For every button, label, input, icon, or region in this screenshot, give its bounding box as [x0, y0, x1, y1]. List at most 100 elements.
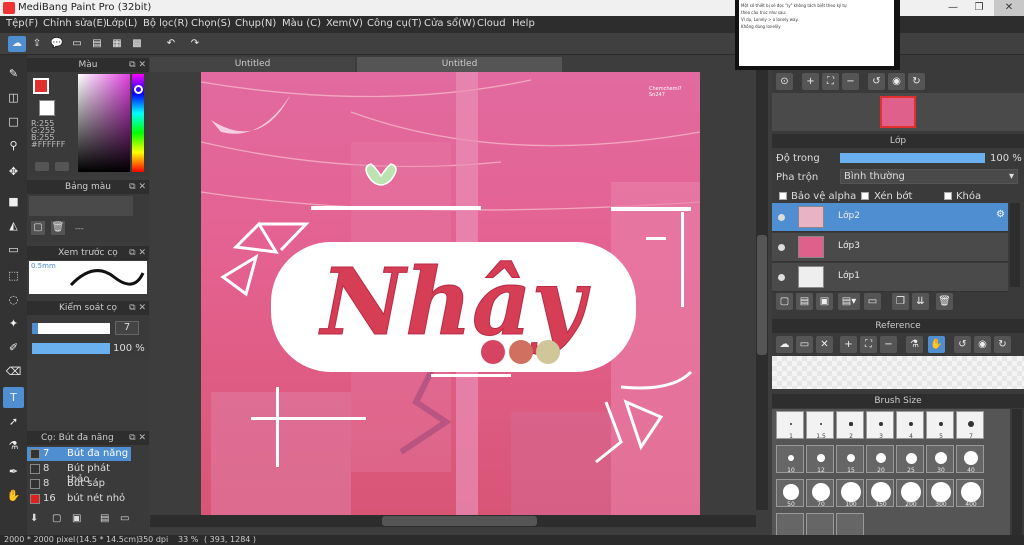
- folder-icon[interactable]: ▭: [864, 293, 881, 310]
- canvas-hscroll[interactable]: [150, 515, 756, 527]
- menu-edit[interactable]: Chỉnh sửa(E): [43, 18, 107, 29]
- merge-layer-icon[interactable]: ⇊: [912, 293, 929, 310]
- zoom-out-icon[interactable]: −: [842, 73, 859, 90]
- operation-tool-icon[interactable]: ➚: [3, 411, 24, 432]
- text-tool-icon[interactable]: T: [3, 387, 24, 408]
- hand-icon[interactable]: ✋: [928, 336, 945, 353]
- menu-help[interactable]: Help: [512, 18, 535, 29]
- menu-view[interactable]: Xem(V): [326, 18, 363, 29]
- menu-color[interactable]: Màu (C): [282, 18, 321, 29]
- close-icon[interactable]: ✕: [816, 336, 833, 353]
- tab-untitled-1[interactable]: Untitled: [150, 57, 355, 72]
- eyedropper-icon[interactable]: ⚗: [906, 336, 923, 353]
- brush-size-cell[interactable]: 30: [926, 445, 954, 474]
- eyedropper-icon[interactable]: ⚗: [3, 435, 24, 456]
- move-tool-icon[interactable]: ✥: [3, 161, 24, 182]
- brush-size-cell[interactable]: 70: [806, 479, 834, 508]
- close-button[interactable]: ✕: [994, 0, 1024, 16]
- brush-size-cell[interactable]: 400: [956, 479, 984, 508]
- panel-close-icon[interactable]: ⧉ ✕: [129, 180, 146, 194]
- canvas-vscroll[interactable]: [756, 70, 768, 510]
- brush-opacity-slider[interactable]: [32, 343, 110, 354]
- primary-color-swatch[interactable]: [33, 78, 49, 94]
- menu-cloud[interactable]: Cloud: [477, 18, 506, 29]
- brush-size-cell[interactable]: 300: [926, 479, 954, 508]
- brush-size-cell[interactable]: [806, 513, 834, 535]
- maximize-button[interactable]: ❐: [966, 0, 992, 16]
- select-eraser-icon[interactable]: ⌫: [3, 361, 24, 382]
- color-mode-button[interactable]: [35, 162, 49, 171]
- menu-tools[interactable]: Công cụ(T): [367, 18, 422, 29]
- zoom-fit-icon[interactable]: ⊙: [776, 73, 793, 90]
- brush-size-cell[interactable]: [776, 513, 804, 535]
- menu-window[interactable]: Cửa sổ(W): [424, 18, 476, 29]
- open-folder-icon[interactable]: ▭: [796, 336, 813, 353]
- saturation-picker[interactable]: [78, 74, 130, 172]
- tab-untitled-2[interactable]: Untitled: [357, 57, 562, 72]
- brush-size-cell[interactable]: 1: [776, 411, 804, 440]
- brush-size-cell[interactable]: 25: [896, 445, 924, 474]
- brush-size-cell[interactable]: 10: [776, 445, 804, 474]
- rotate-left-icon[interactable]: ↺: [868, 73, 885, 90]
- brush-tool-icon[interactable]: ✎: [3, 63, 24, 84]
- brush-size-cell[interactable]: 20: [866, 445, 894, 474]
- gear-icon[interactable]: ⚙: [996, 209, 1005, 220]
- delete-layer-icon[interactable]: 🗑: [936, 293, 953, 310]
- copy-brush-icon[interactable]: ▤: [100, 513, 109, 524]
- new-8bit-layer-icon[interactable]: ▣: [816, 293, 833, 310]
- eye-icon[interactable]: [778, 244, 785, 251]
- layer-row[interactable]: Lớp1: [772, 263, 1008, 292]
- brush-size-cell[interactable]: 4: [896, 411, 924, 440]
- protect-alpha-checkbox[interactable]: [779, 192, 787, 200]
- layer-type-dropdown-icon[interactable]: ▤▾: [838, 293, 860, 310]
- reference-view[interactable]: [772, 356, 1024, 389]
- rotate-right-icon[interactable]: ↻: [908, 73, 925, 90]
- hscroll-thumb[interactable]: [382, 516, 537, 526]
- navigator-preview[interactable]: [772, 93, 1024, 131]
- panel-close-icon[interactable]: ⧉ ✕: [129, 431, 146, 445]
- hue-handle[interactable]: [134, 85, 143, 94]
- zoom-in-icon[interactable]: +: [840, 336, 857, 353]
- brush-size-cell[interactable]: 12: [806, 445, 834, 474]
- select-rect-icon[interactable]: ⬚: [3, 265, 24, 286]
- cloud-icon[interactable]: ☁: [8, 36, 26, 52]
- brush-size-value[interactable]: 7: [115, 321, 139, 335]
- layer-row-selected[interactable]: Lớp2 ⚙: [772, 203, 1008, 232]
- menu-select[interactable]: Chọn(S): [191, 18, 231, 29]
- brush-size-cell[interactable]: 200: [896, 479, 924, 508]
- minimize-button[interactable]: —: [940, 0, 966, 16]
- menu-capture[interactable]: Chụp(N): [235, 18, 276, 29]
- brush-item[interactable]: 16 bút nét nhỏ: [27, 492, 131, 506]
- duplicate-layer-icon[interactable]: ❐: [892, 293, 909, 310]
- rotate-right-icon[interactable]: ↻: [994, 336, 1011, 353]
- rotate-left-icon[interactable]: ↺: [954, 336, 971, 353]
- hand-tool-icon[interactable]: ✋: [3, 485, 24, 506]
- redo-icon[interactable]: ↷: [186, 36, 204, 52]
- eye-icon[interactable]: [778, 274, 785, 281]
- brush-size-cell[interactable]: 3: [866, 411, 894, 440]
- artwork-canvas[interactable]: Nhây Chemchemi? Sn247: [201, 72, 700, 515]
- chat-icon[interactable]: ▭: [68, 36, 86, 52]
- menu-file[interactable]: Tệp(F): [6, 18, 38, 29]
- vscroll-thumb[interactable]: [757, 235, 767, 355]
- menu-filter[interactable]: Bộ lọc(R): [143, 18, 188, 29]
- page-icon[interactable]: ▤: [88, 36, 106, 52]
- brush-item[interactable]: 8 Bút phát thảo: [27, 462, 131, 485]
- layer-row[interactable]: Lớp3: [772, 233, 1008, 262]
- bucket-tool-icon[interactable]: ◭: [3, 215, 24, 236]
- brush-size-cell[interactable]: 7: [956, 411, 984, 440]
- select-pen-icon[interactable]: ✐: [3, 337, 24, 358]
- brush-size-cell[interactable]: 1.5: [806, 411, 834, 440]
- reset-rotate-icon[interactable]: ◉: [888, 73, 905, 90]
- palette-delete-icon[interactable]: 🗑: [51, 221, 65, 235]
- color-swap-button[interactable]: [55, 162, 69, 171]
- new-brush-icon[interactable]: ▢: [52, 513, 61, 524]
- brush-size-slider[interactable]: [32, 323, 110, 334]
- pages-icon[interactable]: ▦: [108, 36, 126, 52]
- comment-icon[interactable]: 💬: [48, 36, 66, 52]
- brush-item-selected[interactable]: 7 Bút đa năng: [27, 447, 131, 461]
- dot-tool-icon[interactable]: ⚲: [3, 135, 24, 156]
- lasso-icon[interactable]: ◌: [3, 289, 24, 310]
- brush-size-cell[interactable]: 40: [956, 445, 984, 474]
- folder-icon[interactable]: ▭: [120, 513, 129, 524]
